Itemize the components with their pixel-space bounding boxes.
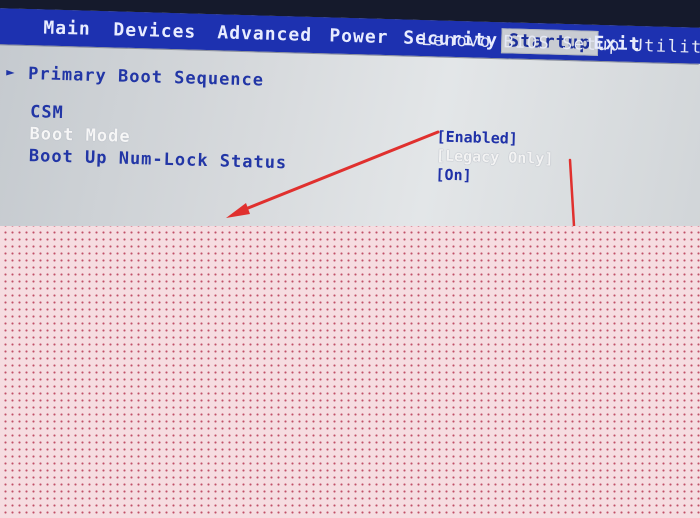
bios-screen: Main Devices Advanced Power Security Sta… [0,8,700,259]
numlock-status-value[interactable]: [On] [435,165,472,184]
boot-mode-label: Boot Mode [29,124,131,147]
menu-main[interactable]: Main [43,17,91,39]
csm-value[interactable]: [Enabled] [436,127,518,147]
numlock-status-label: Boot Up Num-Lock Status [28,146,288,174]
pattern-cover-overlay [0,226,700,518]
menu-advanced[interactable]: Advanced [217,22,312,46]
primary-boot-sequence-item[interactable]: Primary Boot Sequence [28,64,264,91]
bios-photo: Main Devices Advanced Power Security Sta… [0,0,700,518]
submenu-arrow-icon: ► [5,64,16,81]
menu-power[interactable]: Power [329,25,389,48]
menu-devices[interactable]: Devices [113,19,196,42]
boot-mode-value[interactable]: [Legacy Only] [436,146,554,167]
csm-label: CSM [29,102,65,124]
